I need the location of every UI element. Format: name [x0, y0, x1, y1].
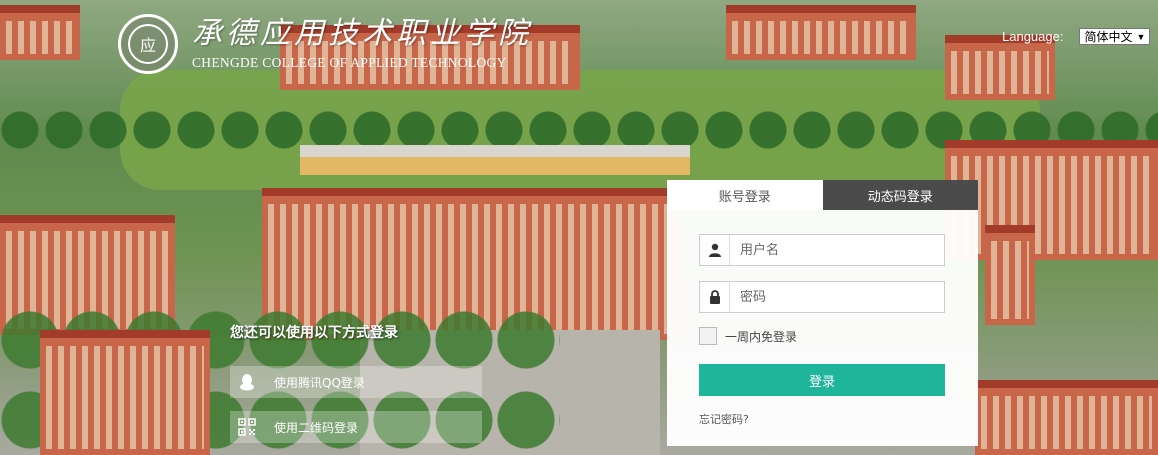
building	[975, 380, 1158, 455]
language-label: Language:	[1002, 29, 1064, 44]
username-input[interactable]	[730, 242, 944, 258]
tab-account-login[interactable]: 账号登录	[667, 180, 823, 210]
language-select[interactable]: 简体中文 ▼	[1079, 28, 1151, 45]
site-header: 应 承德应用技术职业学院 CHENGDE COLLEGE OF APPLIED …	[118, 14, 532, 74]
qr-login-label: 使用二维码登录	[274, 420, 359, 435]
password-field	[699, 281, 945, 313]
language-selected-value: 简体中文	[1084, 30, 1133, 44]
language-switcher: Language: 简体中文 ▼	[1002, 28, 1151, 45]
building	[726, 5, 916, 60]
building	[985, 225, 1035, 325]
username-field	[699, 234, 945, 266]
qq-login-label: 使用腾讯QQ登录	[274, 375, 365, 390]
qq-login-button[interactable]: 使用腾讯QQ登录	[230, 366, 482, 398]
remember-label: 一周内免登录	[725, 329, 798, 344]
qr-code-icon	[230, 411, 264, 443]
canopy-structure	[300, 145, 690, 175]
seal-inner: 应	[128, 24, 168, 64]
login-button[interactable]: 登录	[699, 364, 945, 396]
lock-icon	[700, 282, 730, 312]
qq-penguin-icon	[230, 366, 264, 398]
college-seal-logo: 应	[118, 14, 178, 74]
login-tabs: 账号登录 动态码登录	[667, 180, 978, 210]
remember-me: 一周内免登录	[699, 327, 797, 345]
forgot-password-link[interactable]: 忘记密码?	[699, 411, 749, 427]
remember-checkbox[interactable]	[699, 327, 717, 345]
college-name-en: CHENGDE COLLEGE OF APPLIED TECHNOLOGY	[192, 55, 507, 70]
college-name-cn: 承德应用技术职业学院	[192, 16, 532, 51]
building	[40, 330, 210, 455]
user-icon	[700, 235, 730, 265]
tab-dynamic-code-login[interactable]: 动态码登录	[822, 180, 978, 210]
building	[0, 5, 80, 60]
logo-text: 承德应用技术职业学院 CHENGDE COLLEGE OF APPLIED TE…	[192, 17, 532, 71]
qr-login-button[interactable]: 使用二维码登录	[230, 411, 482, 443]
alt-login-title: 您还可以使用以下方式登录	[230, 325, 398, 341]
password-input[interactable]	[730, 289, 944, 305]
login-panel: 账号登录 动态码登录 一周内免登录 登录 忘记密码?	[667, 180, 978, 446]
seal-char: 应	[139, 36, 156, 55]
dropdown-arrow-icon: ▼	[1136, 31, 1146, 42]
